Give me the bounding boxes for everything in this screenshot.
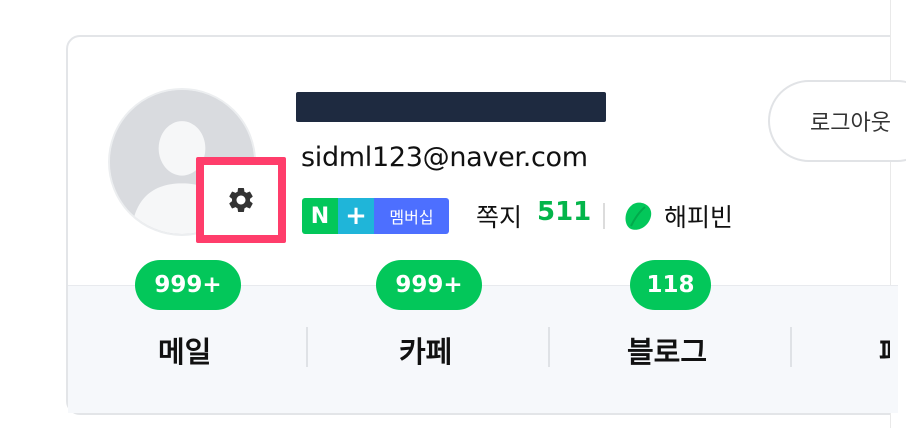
bean-icon [625, 202, 652, 230]
info-divider [603, 203, 605, 229]
membership-plus-icon: + [338, 198, 374, 234]
service-mail[interactable]: 메일 [158, 329, 211, 371]
note-link[interactable]: 쪽지 [476, 198, 522, 234]
logout-button[interactable]: 로그아웃 [768, 80, 906, 162]
service-divider [306, 327, 308, 367]
blog-count-badge: 118 [630, 260, 711, 310]
user-email: sidml123@naver.com [301, 142, 588, 173]
happybean-link[interactable]: 해피빈 [664, 198, 733, 234]
cafe-count-badge: 999+ [376, 260, 482, 310]
profile-settings-button[interactable] [196, 157, 286, 243]
service-pay[interactable]: 페 [879, 329, 890, 371]
gear-button-inner[interactable] [209, 171, 273, 229]
membership-n-logo: N [302, 198, 338, 234]
mail-count-badge: 999+ [135, 260, 241, 310]
redacted-user-name [296, 92, 606, 122]
service-divider [790, 327, 792, 367]
membership-label: 멤버십 [374, 198, 449, 234]
gear-icon [229, 188, 253, 212]
service-cafe[interactable]: 카페 [399, 329, 452, 371]
service-blog[interactable]: 블로그 [627, 329, 707, 371]
service-divider [548, 327, 550, 367]
naver-plus-membership-badge[interactable]: N + 멤버십 [302, 198, 449, 234]
note-count[interactable]: 511 [537, 197, 591, 227]
